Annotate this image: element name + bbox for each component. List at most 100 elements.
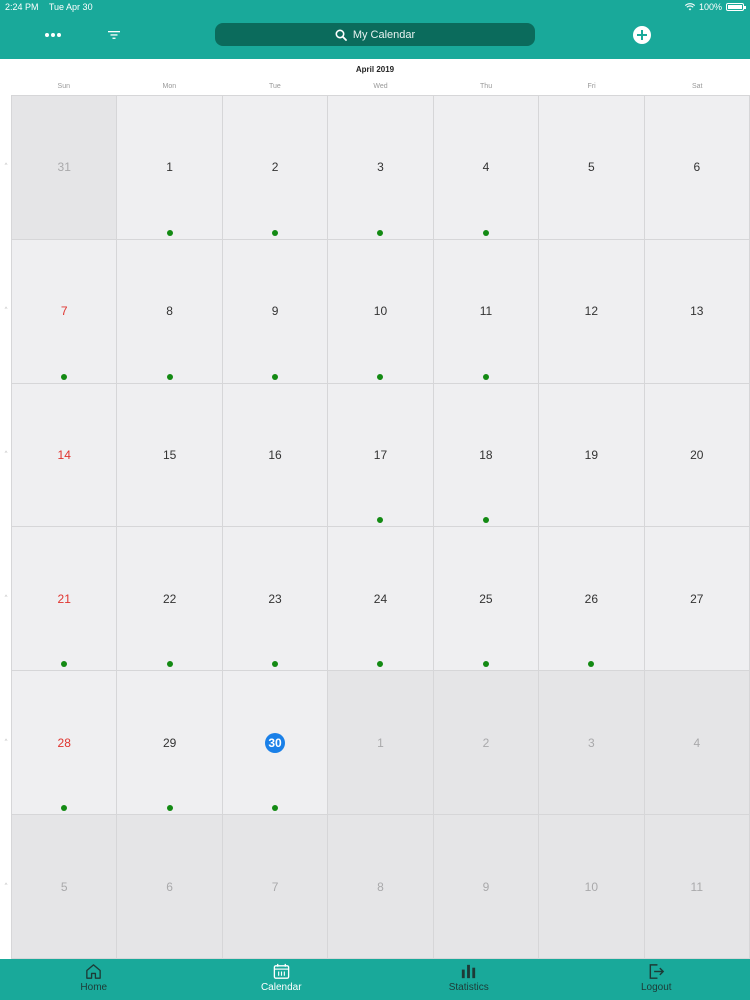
tab-calendar-label: Calendar [260,982,302,993]
day-cell[interactable]: 31 [12,96,118,240]
day-cell[interactable]: 4 [644,671,750,816]
battery-percent: 100% [698,2,722,12]
day-cell[interactable]: 28 [12,671,118,816]
day-cell[interactable]: 11 [644,815,750,959]
day-number: 13 [690,304,704,319]
day-number: 30 [265,732,286,753]
day-cell[interactable]: 10 [328,239,434,384]
day-cell[interactable]: 6 [644,96,750,240]
day-cell[interactable]: 1 [328,671,434,816]
day-cell[interactable]: 5 [12,815,118,959]
day-cell[interactable]: 27 [644,527,750,672]
event-dot [377,229,384,236]
day-number: 3 [588,735,595,750]
weekday-header: Sun Mon Tue Wed Thu Fri Sat [11,83,750,93]
day-number: 4 [482,160,490,175]
event-dot [377,373,384,380]
day-cell[interactable]: 20 [644,383,750,528]
status-bar: 2:24 PM Tue Apr 30 100% [0,0,750,14]
more-button[interactable] [38,26,68,44]
filter-icon [108,31,120,39]
day-cell[interactable]: 29 [117,671,223,816]
event-dot [482,229,489,236]
day-cell[interactable]: 8 [328,815,434,959]
day-cell[interactable]: 4 [433,96,540,240]
day-number: 12 [584,304,599,319]
weekday-label: Sun [57,83,71,90]
day-cell[interactable]: 10 [539,815,645,959]
day-cell[interactable]: 6 [117,815,223,959]
week-marker: ^ [4,307,8,313]
day-number: 3 [377,160,384,175]
day-cell[interactable]: 9 [222,239,329,384]
calendar-search-bar[interactable]: My Calendar [215,23,535,46]
event-dot [166,229,173,236]
weekday-label: Wed [373,83,388,90]
day-cell[interactable]: 25 [433,527,540,672]
day-cell-today[interactable]: 30 [222,671,329,816]
month-title: April 2019 [355,65,395,74]
search-label: My Calendar [352,28,416,41]
day-cell[interactable]: 16 [222,383,329,528]
tab-home[interactable]: Home [0,959,188,1000]
event-dot [272,805,279,812]
day-cell[interactable]: 7 [222,815,329,959]
day-cell[interactable]: 22 [117,527,223,672]
day-cell[interactable]: 26 [539,527,645,672]
day-cell[interactable]: 5 [539,96,645,240]
day-number: 6 [693,160,701,175]
day-number: 25 [479,591,493,606]
day-cell[interactable]: 2 [222,96,329,240]
week-marker: ^ [4,883,8,889]
day-number: 7 [271,879,279,894]
day-number: 28 [57,735,71,750]
tab-logout[interactable]: Logout [563,959,750,1000]
day-cell[interactable]: 23 [222,527,329,672]
day-cell[interactable]: 13 [644,239,750,384]
day-cell[interactable]: 9 [433,815,540,959]
day-cell[interactable]: 3 [539,671,645,816]
day-number: 4 [693,735,701,750]
search-icon [335,28,347,41]
more-icon [45,33,61,37]
day-cell[interactable]: 8 [117,239,223,384]
add-event-button[interactable] [630,23,654,47]
day-number: 19 [584,448,599,463]
day-number: 9 [271,304,279,319]
event-dot [588,661,595,668]
event-dot [272,229,279,236]
day-number: 14 [57,448,71,463]
day-number: 24 [373,591,388,606]
day-cell[interactable]: 18 [433,383,540,528]
day-number: 22 [162,591,177,606]
tab-statistics[interactable]: Statistics [375,959,563,1000]
day-cell[interactable]: 19 [539,383,645,528]
weekday-label: Thu [480,83,493,90]
day-cell[interactable]: 15 [117,383,223,528]
event-dot [482,661,489,668]
day-cell[interactable]: 1 [117,96,223,240]
day-cell[interactable]: 11 [433,239,540,384]
day-number: 18 [479,448,493,463]
day-number: 11 [690,879,704,894]
day-number: 29 [162,735,177,750]
weekday-label: Sat [691,83,703,90]
event-dot [272,661,279,668]
day-cell[interactable]: 24 [328,527,434,672]
day-number: 11 [479,304,493,319]
day-cell[interactable]: 21 [12,527,118,672]
week-marker: ^ [4,163,8,169]
tab-statistics-label: Statistics [448,982,489,993]
day-cell[interactable]: 3 [328,96,434,240]
day-cell[interactable]: 14 [12,383,118,528]
event-dot [377,661,384,668]
day-number: 2 [482,735,490,750]
statistics-icon [462,964,476,979]
day-cell[interactable]: 17 [328,383,434,528]
day-cell[interactable]: 2 [433,671,540,816]
filter-button[interactable] [104,25,124,45]
day-number: 9 [482,879,490,894]
day-cell[interactable]: 12 [539,239,645,384]
day-cell[interactable]: 7 [12,239,118,384]
tab-calendar[interactable]: Calendar [188,959,376,1000]
